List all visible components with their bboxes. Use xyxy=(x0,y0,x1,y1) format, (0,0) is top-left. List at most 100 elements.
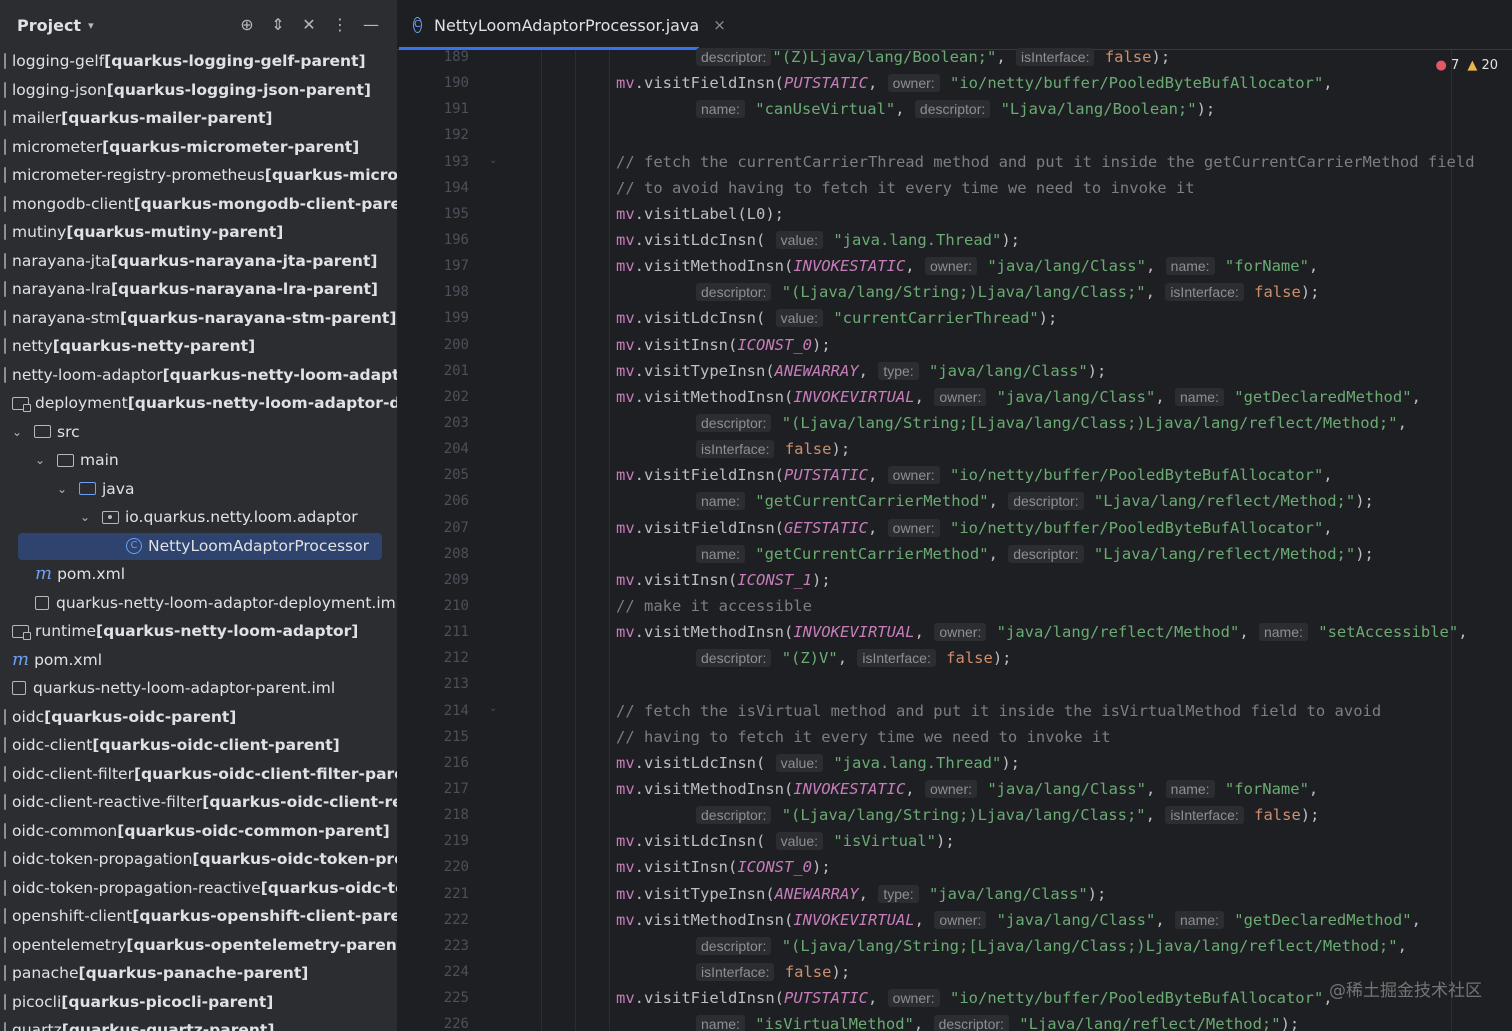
tree-item[interactable]: oidc-client [quarkus-oidc-client-parent] xyxy=(0,731,397,760)
tree-item-label: oidc xyxy=(12,707,45,726)
code-token-str: "Ljava/lang/reflect/Method;" xyxy=(1009,1015,1281,1031)
tree-item[interactable]: openshift-client [quarkus-openshift-clie… xyxy=(0,902,397,931)
line-number-gutter[interactable]: 189 190 191 192 193 194 195 196 197 198 199 200 201 2… xyxy=(397,44,477,1031)
code-token-mv: mv xyxy=(616,570,635,589)
tree-item[interactable]: ⌄ src xyxy=(0,418,397,447)
code-view[interactable]: descriptor: "(Z)Ljava/lang/Boolean;", isI… xyxy=(616,44,1512,1031)
code-token-hint: owner: xyxy=(887,989,940,1008)
warning-count[interactable]: ▲ 20 xyxy=(1467,58,1498,73)
code-token-str: "java/lang/Class" xyxy=(987,910,1156,929)
tree-item[interactable]: ⌄ io.quarkus.netty.loom.adaptor xyxy=(0,503,397,532)
project-title[interactable]: Project xyxy=(17,16,81,35)
tree-item[interactable]: oidc-client-filter [quarkus-oidc-client-… xyxy=(0,760,397,789)
tree-item[interactable]: narayana-jta [quarkus-narayana-jta-paren… xyxy=(0,247,397,276)
tree-item[interactable]: C NettyLoomAdaptorProcessor xyxy=(0,532,397,561)
chevron-down-icon[interactable]: ▾ xyxy=(88,19,94,32)
tree-item[interactable]: runtime [quarkus-netty-loom-adaptor] xyxy=(0,617,397,646)
code-line: mv.visitMethodInsn(INVOKEVIRTUAL, owner:… xyxy=(616,907,1512,933)
tree-item[interactable]: oidc-token-propagation-reactive [quarkus… xyxy=(0,874,397,903)
code-token-plain: ); xyxy=(831,440,851,459)
tree-item-module-tag: [quarkus-oidc-common-parent] xyxy=(117,821,390,840)
more-options-icon[interactable]: ⋮ xyxy=(330,15,350,35)
tree-item[interactable]: ⌄ java xyxy=(0,475,397,504)
code-token-hint: name: xyxy=(696,544,745,563)
hide-panel-icon[interactable]: — xyxy=(361,15,381,35)
tree-item-label: quartz xyxy=(12,1021,62,1031)
fold-chevron-icon[interactable]: ⌄ xyxy=(489,155,497,166)
tab-netty-loom-adaptor-processor[interactable]: C NettyLoomAdaptorProcessor.java × xyxy=(397,0,726,50)
collapse-all-icon[interactable]: ✕ xyxy=(299,15,319,35)
tree-item-module-tag: [quarkus-netty-loom-adaptor-p xyxy=(162,365,397,384)
code-token-hint: isInterface: xyxy=(1165,283,1244,302)
code-token-hint: isInterface: xyxy=(857,649,936,668)
expand-collapse-icon[interactable]: ⇕ xyxy=(268,15,288,35)
code-line: descriptor: "(Z)V", isInterface: false); xyxy=(616,645,1512,671)
close-icon[interactable]: × xyxy=(713,16,726,34)
code-token-str: "(Ljava/lang/String;)Ljava/lang/Class;" xyxy=(772,283,1146,302)
tree-item[interactable]: picocli [quarkus-picocli-parent] xyxy=(0,988,397,1017)
line-number: 224 xyxy=(443,963,469,980)
tree-item[interactable]: oidc-client-reactive-filter [quarkus-oid… xyxy=(0,788,397,817)
code-token-cst: ICONST_0 xyxy=(737,335,812,354)
tree-item[interactable]: oidc-token-propagation [quarkus-oidc-tok… xyxy=(0,845,397,874)
inspection-widget[interactable]: ● 7 ▲ 20 xyxy=(1436,58,1498,73)
code-token-mv: mv xyxy=(616,74,635,93)
collapsed-module-icon xyxy=(4,794,7,811)
tree-item[interactable]: logging-json [quarkus-logging-json-paren… xyxy=(0,76,397,105)
code-token-hint: isInterface: xyxy=(1165,806,1244,825)
code-token-plain: ); xyxy=(811,858,831,877)
code-token-mv: mv xyxy=(616,309,635,328)
tree-item[interactable]: narayana-lra [quarkus-narayana-lra-paren… xyxy=(0,275,397,304)
tree-item[interactable]: panache [quarkus-panache-parent] xyxy=(0,959,397,988)
tree-item[interactable]: micrometer [quarkus-micrometer-parent] xyxy=(0,133,397,162)
tree-item[interactable]: opentelemetry [quarkus-opentelemetry-par… xyxy=(0,931,397,960)
code-token-cst: INVOKEVIRTUAL xyxy=(793,387,915,406)
code-line: mv.visitMethodInsn(INVOKEVIRTUAL, owner:… xyxy=(616,619,1512,645)
code-token-plain: ); xyxy=(1087,361,1107,380)
code-token-plain: .visitLdcInsn( xyxy=(634,309,775,328)
tree-item[interactable]: logging-gelf [quarkus-logging-gelf-paren… xyxy=(0,47,397,76)
code-token-plain: ); xyxy=(1038,309,1058,328)
code-token-mv: mv xyxy=(616,910,635,929)
tree-item[interactable]: oidc [quarkus-oidc-parent] xyxy=(0,703,397,732)
code-token-cst: PUTSTATIC xyxy=(783,466,868,485)
code-token-plain: ); xyxy=(1300,806,1320,825)
code-token-hint: name: xyxy=(696,492,745,511)
tree-item-label: quarkus-netty-loom-adaptor-deployment.im… xyxy=(56,593,397,612)
code-line: mv.visitInsn(ICONST_0); xyxy=(616,332,1512,358)
tree-item[interactable]: quarkus-netty-loom-adaptor-deployment.im… xyxy=(0,589,397,618)
maven-icon: m xyxy=(12,648,30,670)
tree-item[interactable]: micrometer-registry-prometheus [quarkus-… xyxy=(0,161,397,190)
code-token-cst: INVOKEVIRTUAL xyxy=(793,910,915,929)
crosshair-icon[interactable]: ⊕ xyxy=(237,15,257,35)
tree-item-module-tag: [quarkus-openshift-client-parent] xyxy=(132,907,397,925)
tree-item-label: deployment xyxy=(35,394,128,412)
fold-chevron-icon[interactable]: ⌄ xyxy=(489,703,497,714)
code-line: descriptor: "(Ljava/lang/String;[Ljava/l… xyxy=(616,933,1512,959)
tree-item[interactable]: m pom.xml xyxy=(0,646,397,675)
code-token-hint: value: xyxy=(775,832,824,851)
code-token-com: // fetch the currentCarrierThread method… xyxy=(616,152,1475,171)
tree-item[interactable]: narayana-stm [quarkus-narayana-stm-paren… xyxy=(0,304,397,333)
code-token-hint: owner: xyxy=(934,387,987,406)
tree-item[interactable]: oidc-common [quarkus-oidc-common-parent] xyxy=(0,817,397,846)
tree-item[interactable]: mongodb-client [quarkus-mongodb-client-p… xyxy=(0,190,397,219)
tree-item[interactable]: netty-loom-adaptor [quarkus-netty-loom-a… xyxy=(0,361,397,390)
tree-item-label: main xyxy=(80,451,119,469)
tree-item[interactable]: deployment [quarkus-netty-loom-adaptor-d… xyxy=(0,389,397,418)
tree-item[interactable]: ⌄ main xyxy=(0,446,397,475)
tree-item-label: io.quarkus.netty.loom.adaptor xyxy=(125,508,358,526)
tree-item[interactable]: quarkus-netty-loom-adaptor-parent.iml xyxy=(0,674,397,703)
code-token-hint: owner: xyxy=(924,257,977,276)
tree-item[interactable]: mutiny [quarkus-mutiny-parent] xyxy=(0,218,397,247)
code-token-hint: descriptor: xyxy=(696,413,772,432)
error-count[interactable]: ● 7 xyxy=(1436,58,1460,73)
tree-item[interactable]: quartz [quarkus-quartz-parent] xyxy=(0,1016,397,1031)
code-token-plain: , xyxy=(1397,413,1407,432)
module-folder-icon xyxy=(12,396,31,412)
code-token-plain: .visitTypeInsn( xyxy=(634,884,775,903)
tree-item[interactable]: m pom.xml xyxy=(0,560,397,589)
code-token-plain: , xyxy=(914,910,934,929)
tree-item[interactable]: netty [quarkus-netty-parent] xyxy=(0,332,397,361)
tree-item[interactable]: mailer [quarkus-mailer-parent] xyxy=(0,104,397,133)
